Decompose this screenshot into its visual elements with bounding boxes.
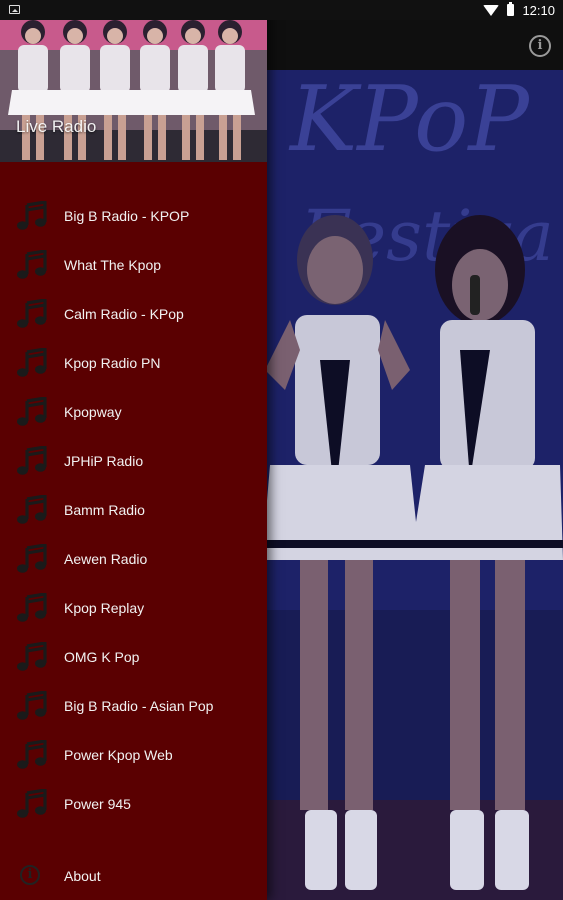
music-note-icon [16, 788, 48, 819]
station-list: Big B Radio - KPOP What The Kpop Calm Radi… [0, 187, 267, 824]
menu-item-label: Calm Radio - KPop [64, 306, 184, 322]
menu-item-station[interactable]: Kpop Replay [0, 579, 267, 628]
wifi-icon [483, 4, 500, 16]
menu-item-label: Power 945 [64, 796, 131, 812]
battery-icon [507, 2, 515, 16]
svg-text:KPoP: KPoP [288, 70, 530, 172]
image-notification-icon [9, 5, 20, 14]
menu-item-station[interactable]: What The Kpop [0, 236, 267, 285]
menu-item-label: JPHiP Radio [64, 453, 144, 469]
menu-item-label: What The Kpop [64, 257, 162, 273]
menu-item-station[interactable]: Power 945 [0, 775, 267, 824]
music-note-icon [16, 298, 48, 329]
about-menu-item[interactable]: i About [0, 850, 267, 900]
drawer-header: Live Radio [0, 0, 267, 162]
menu-item-label: Kpop Radio PN [64, 355, 161, 371]
about-label: About [64, 868, 101, 884]
music-note-icon [16, 494, 48, 525]
menu-item-station[interactable]: Kpopway [0, 383, 267, 432]
music-note-icon [16, 249, 48, 280]
info-icon: i [20, 865, 40, 885]
menu-item-label: Kpopway [64, 404, 122, 420]
music-note-icon [16, 396, 48, 427]
music-note-icon [16, 739, 48, 770]
menu-item-label: OMG K Pop [64, 649, 140, 665]
menu-item-station[interactable]: Kpop Radio PN [0, 334, 267, 383]
music-note-icon [16, 543, 48, 574]
status-bar: 12:10 [0, 0, 563, 20]
music-note-icon [16, 592, 48, 623]
header-photo [0, 0, 267, 162]
menu-item-station[interactable]: Power Kpop Web [0, 726, 267, 775]
menu-item-station[interactable]: OMG K Pop [0, 628, 267, 677]
menu-item-label: Power Kpop Web [64, 747, 173, 763]
music-note-icon [16, 641, 48, 672]
music-note-icon [16, 445, 48, 476]
menu-item-station[interactable]: Big B Radio - KPOP [0, 187, 267, 236]
status-time: 12:10 [522, 2, 555, 18]
menu-item-station[interactable]: Bamm Radio [0, 481, 267, 530]
menu-item-label: Bamm Radio [64, 502, 145, 518]
info-icon[interactable]: i [529, 35, 551, 57]
menu-item-station[interactable]: Big B Radio - Asian Pop [0, 677, 267, 726]
menu-item-station[interactable]: JPHiP Radio [0, 432, 267, 481]
music-note-icon [16, 690, 48, 721]
menu-item-label: Big B Radio - KPOP [64, 208, 190, 224]
menu-item-station[interactable]: Calm Radio - KPop [0, 285, 267, 334]
menu-item-label: Aewen Radio [64, 551, 148, 567]
menu-item-label: Big B Radio - Asian Pop [64, 698, 214, 714]
music-note-icon [16, 200, 48, 231]
navigation-drawer: Live Radio Big B Radio - KPOP What The Kp… [0, 0, 267, 900]
music-note-icon [16, 347, 48, 378]
menu-item-label: Kpop Replay [64, 600, 145, 616]
menu-item-station[interactable]: Aewen Radio [0, 530, 267, 579]
drawer-header-title: Live Radio [16, 117, 97, 136]
